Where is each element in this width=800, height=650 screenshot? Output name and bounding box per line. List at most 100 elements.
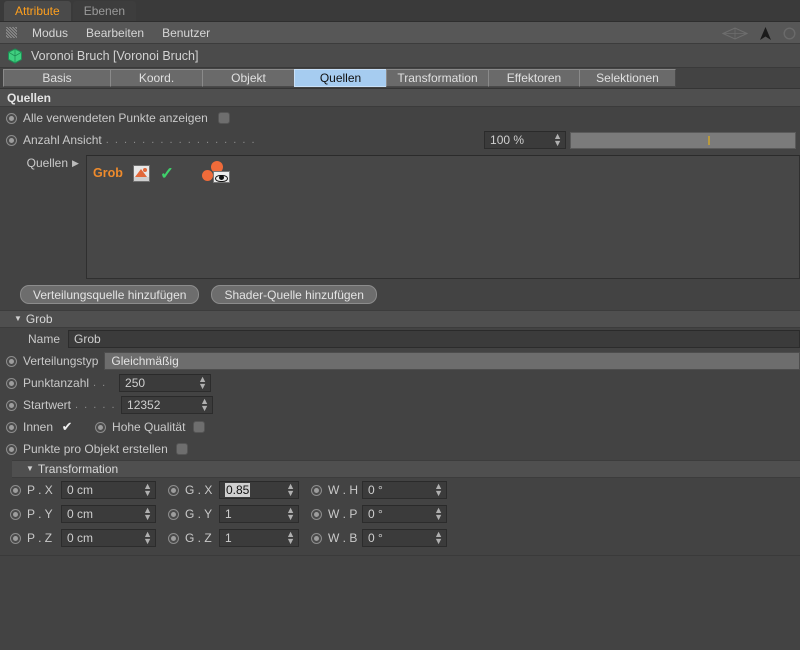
tab-selektionen[interactable]: Selektionen <box>579 69 676 87</box>
dot-leader: . . . . . <box>75 399 117 411</box>
anim-radio-points-per-object[interactable] <box>6 443 17 455</box>
menu-item-bearbeiten[interactable]: Bearbeiten <box>77 22 153 44</box>
chevron-down-icon[interactable]: ▼ <box>26 460 34 478</box>
pos-y-value: 0 cm <box>67 507 94 521</box>
tab-objekt[interactable]: Objekt <box>202 69 295 87</box>
anim-radio-pos-z[interactable] <box>10 532 21 544</box>
rot-b-input[interactable]: 0 ° ▲ ▼ <box>362 529 447 547</box>
label-seed: Startwert <box>23 398 72 412</box>
check-icon[interactable]: ✓ <box>160 165 174 182</box>
label-scale-x: G . X <box>185 483 213 497</box>
anim-radio-seed[interactable] <box>6 399 17 411</box>
checkbox-high-quality[interactable] <box>193 421 206 433</box>
distribution-type-value: Gleichmäßig <box>111 354 179 368</box>
voronoi-fracture-icon <box>8 47 22 64</box>
label-pos-y: P . Y <box>27 507 53 521</box>
checkbox-inside[interactable]: ✔ <box>61 419 73 434</box>
arrow-up-icon[interactable] <box>758 26 773 41</box>
image-icon[interactable] <box>132 164 150 182</box>
anim-radio-show-all-points[interactable] <box>6 112 17 124</box>
panel-tabstrip: Attribute Ebenen <box>0 0 800 22</box>
list-item[interactable]: Grob ✓ <box>87 156 799 186</box>
tab-koord[interactable]: Koord. <box>110 69 203 87</box>
anim-radio-inside[interactable] <box>6 421 17 433</box>
add-distribution-source-button[interactable]: Verteilungsquelle hinzufügen <box>20 285 200 304</box>
rot-h-input[interactable]: 0 ° ▲ ▼ <box>362 481 447 499</box>
pos-y-input[interactable]: 0 cm ▲ ▼ <box>61 505 156 523</box>
anim-radio-rot-h[interactable] <box>311 484 322 496</box>
scale-x-input[interactable]: 0.85 ▲ ▼ <box>219 481 299 499</box>
anim-radio-scale-z[interactable] <box>168 532 179 544</box>
tab-quellen[interactable]: Quellen <box>294 69 387 87</box>
anim-radio-rot-b[interactable] <box>311 532 322 544</box>
checkbox-points-per-object[interactable] <box>175 443 188 455</box>
menu-item-benutzer[interactable]: Benutzer <box>153 22 219 44</box>
tab-basis[interactable]: Basis <box>3 69 111 87</box>
label-count-view: Anzahl Ansicht <box>23 133 102 147</box>
spinner-rot-h[interactable]: ▲ ▼ <box>434 482 443 498</box>
name-input[interactable]: Grob <box>68 330 800 348</box>
sources-expand-arrow-icon[interactable]: ▶ <box>72 155 86 279</box>
anim-radio-distribution-type[interactable] <box>6 355 17 367</box>
menu-item-modus[interactable]: Modus <box>23 22 77 44</box>
diamond-icon[interactable] <box>722 26 748 40</box>
dot-leader: . . <box>93 377 107 389</box>
spinner-scale-z[interactable]: ▲ ▼ <box>286 530 295 546</box>
label-inside: Innen <box>23 420 54 434</box>
checkbox-show-all-used-points[interactable] <box>217 112 230 124</box>
group-header-grob[interactable]: ▼ Grob <box>0 310 800 328</box>
scale-y-input[interactable]: 1 ▲ ▼ <box>219 505 299 523</box>
tab-ebenen[interactable]: Ebenen <box>72 1 137 21</box>
anim-radio-point-count[interactable] <box>6 377 17 389</box>
anim-radio-rot-p[interactable] <box>311 508 322 520</box>
group-header-transformation[interactable]: ▼ Transformation <box>12 460 800 478</box>
object-header: Voronoi Bruch [Voronoi Bruch] <box>0 44 800 68</box>
points-visibility-icon[interactable] <box>202 161 231 185</box>
anim-radio-high-quality[interactable] <box>95 421 107 433</box>
label-rot-h: W . H <box>328 483 358 497</box>
pos-x-input[interactable]: 0 cm ▲ ▼ <box>61 481 156 499</box>
spinner-pos-y[interactable]: ▲ ▼ <box>143 506 152 522</box>
group-title-grob: Grob <box>25 312 53 326</box>
spinner-seed[interactable]: ▲ ▼ <box>200 397 209 413</box>
label-show-all-used-points: Alle verwendeten Punkte anzeigen <box>23 111 208 125</box>
anim-radio-scale-x[interactable] <box>168 484 179 496</box>
spinner-pos-x[interactable]: ▲ ▼ <box>143 482 152 498</box>
anim-radio-pos-y[interactable] <box>10 508 21 520</box>
spinner-scale-x[interactable]: ▲ ▼ <box>286 482 295 498</box>
add-shader-source-button[interactable]: Shader-Quelle hinzufügen <box>211 285 377 304</box>
spinner-rot-b[interactable]: ▲ ▼ <box>434 530 443 546</box>
spinner-count-view[interactable]: ▲ ▼ <box>553 132 562 148</box>
point-count-input[interactable]: 250 ▲ ▼ <box>119 374 212 392</box>
circle-icon[interactable] <box>783 26 796 40</box>
tab-transformation[interactable]: Transformation <box>386 69 489 87</box>
scale-y-value: 1 <box>225 507 232 521</box>
name-value: Grob <box>74 332 101 346</box>
pos-z-input[interactable]: 0 cm ▲ ▼ <box>61 529 156 547</box>
spinner-pos-z[interactable]: ▲ ▼ <box>143 530 152 546</box>
rot-p-input[interactable]: 0 ° ▲ ▼ <box>362 505 447 523</box>
label-name: Name <box>28 332 61 346</box>
rot-p-value: 0 ° <box>368 507 383 521</box>
anim-radio-scale-y[interactable] <box>168 508 179 520</box>
anim-radio-count-view[interactable] <box>6 134 17 146</box>
tab-attribute[interactable]: Attribute <box>4 1 71 21</box>
tab-effektoren[interactable]: Effektoren <box>488 69 580 87</box>
seed-input[interactable]: 12352 ▲ ▼ <box>121 396 214 414</box>
label-scale-y: G . Y <box>185 507 213 521</box>
label-pos-z: P . Z <box>27 531 53 545</box>
grip-handle-icon[interactable] <box>6 27 17 38</box>
row-seed: Startwert . . . . . 12352 ▲ ▼ <box>0 394 800 416</box>
scale-z-value: 1 <box>225 531 232 545</box>
slider-count-view[interactable] <box>570 131 797 149</box>
label-point-count: Punktanzahl <box>23 376 90 390</box>
distribution-type-select[interactable]: Gleichmäßig <box>104 352 800 370</box>
sources-listbox[interactable]: Grob ✓ <box>86 155 800 279</box>
spinner-scale-y[interactable]: ▲ ▼ <box>286 506 295 522</box>
chevron-down-icon[interactable]: ▼ <box>14 310 22 328</box>
anim-radio-pos-x[interactable] <box>10 484 21 496</box>
spinner-rot-p[interactable]: ▲ ▼ <box>434 506 443 522</box>
scale-z-input[interactable]: 1 ▲ ▼ <box>219 529 299 547</box>
field-count-view[interactable]: 100 % ▲ ▼ <box>484 131 567 149</box>
spinner-point-count[interactable]: ▲ ▼ <box>198 375 207 391</box>
